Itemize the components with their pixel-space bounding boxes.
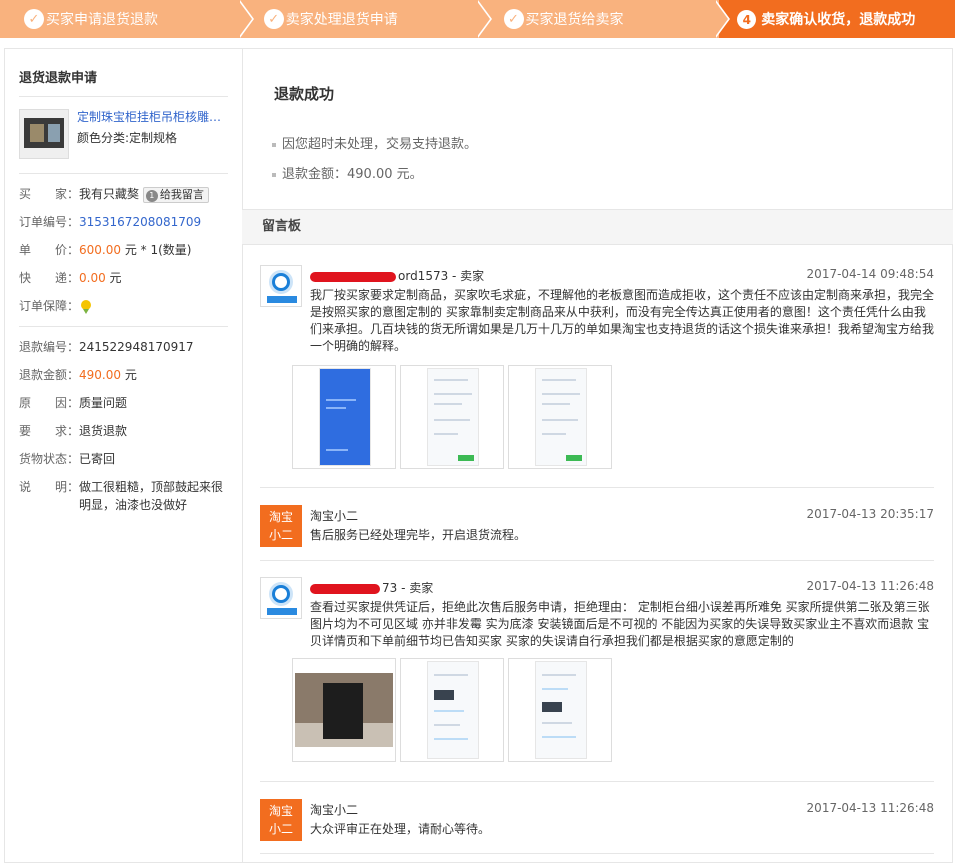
refund-status-title: 退款成功: [274, 85, 335, 103]
refund-number: 241522948170917: [79, 340, 194, 354]
attachment-image[interactable]: [400, 658, 504, 762]
message-time: 2017-04-13 11:26:48: [806, 801, 934, 815]
step-1-label: 买家申请退货退款: [46, 12, 158, 28]
buyer-row: 买 家： 我有只藏獒 1 给我留言: [19, 180, 242, 208]
step-number-badge: 4: [737, 10, 757, 29]
product-spec: 颜色分类:定制规格: [77, 131, 178, 145]
refund-amount-row: 退款金额： 490.00 元: [19, 368, 137, 382]
panel-title: 退货退款申请: [19, 49, 228, 97]
message-content: 查看过买家提供凭证后，拒绝此次售后服务申请，拒绝理由： 定制柜台细小误差再所难免…: [310, 600, 930, 648]
express-fee: 0.00: [79, 271, 106, 285]
xiaoer-avatar: 淘宝 小二: [260, 505, 302, 547]
status-line-2: 退款金额：490.00 元。: [272, 163, 423, 182]
divider: [260, 487, 934, 488]
step-1: ✓ 买家申请退货退款: [0, 0, 240, 38]
message-board-header: 留言板: [242, 209, 953, 245]
attachment-image[interactable]: [400, 365, 504, 469]
product-name-link[interactable]: 定制珠宝柜挂柜吊柜核雕展示柜: [77, 109, 227, 125]
message-author: ord1573 - 卖家: [310, 267, 484, 284]
divider: [260, 560, 934, 561]
order-number-row: 订单编号： 3153167208081709: [19, 208, 242, 236]
request-row: 要 求： 退货退款: [19, 417, 242, 445]
message-time: 2017-04-14 09:48:54: [806, 267, 934, 281]
step-4: 4 卖家确认收货，退款成功: [719, 0, 955, 38]
step-separator: [238, 0, 252, 38]
check-icon: ✓: [263, 9, 284, 29]
message-author: 73 - 卖家: [310, 579, 433, 596]
order-info-panel: 退货退款申请 定制珠宝柜挂柜吊柜核雕展示柜 颜色分类:定制规格 买 家： 我有只…: [4, 48, 243, 863]
divider: [260, 853, 934, 854]
seller-avatar: [260, 577, 302, 619]
goods-status: 已寄回: [79, 452, 116, 466]
divider: [260, 781, 934, 782]
step-separator: [714, 0, 728, 38]
description-row: 说 明： 做工很粗糙，顶部鼓起来很明显，油漆也没做好: [19, 478, 242, 514]
goods-status-row: 货物状态： 已寄回: [19, 445, 242, 473]
attachment-image[interactable]: [508, 365, 612, 469]
buyer-name: 我有只藏獒: [79, 187, 140, 201]
attachment-images: [292, 365, 616, 469]
message-time: 2017-04-13 20:35:17: [806, 507, 934, 521]
unit-price-row: 单 价： 600.00 元 * 1(数量): [19, 243, 192, 257]
order-number-link[interactable]: 3153167208081709: [79, 208, 234, 236]
guarantee-icon[interactable]: [79, 299, 93, 315]
message-me-button[interactable]: 1 给我留言: [142, 186, 209, 203]
message-item: 淘宝 小二 淘宝小二 2017-04-13 11:26:48 大众评审正在处理，请…: [260, 799, 934, 849]
attachment-image[interactable]: [508, 658, 612, 762]
step-3-label: 买家退货给卖家: [525, 12, 624, 28]
message-content: 我厂按买家要求定制商品，买家吹毛求疵，不理解他的老板意图而造成拒收，这个责任不应…: [310, 288, 935, 353]
seller-avatar: [260, 265, 302, 307]
refund-description: 做工很粗糙，顶部鼓起来很明显，油漆也没做好: [79, 480, 224, 512]
product-thumbnail[interactable]: [19, 109, 69, 159]
refund-detail-panel: 退款成功 因您超时未处理，交易支持退款。 退款金额：490.00 元。 留言板 …: [242, 48, 953, 863]
refund-request: 退货退款: [79, 424, 128, 438]
message-count-badge: 1: [145, 189, 158, 202]
step-2: ✓ 卖家处理退货申请: [239, 0, 480, 38]
message-content: 大众评审正在处理，请耐心等待。: [310, 822, 491, 836]
step-3: ✓ 买家退货给卖家: [479, 0, 720, 38]
check-icon: ✓: [503, 9, 524, 29]
refund-reason: 质量问题: [79, 396, 128, 410]
attachment-images: [292, 658, 616, 762]
refund-amount: 490.00: [79, 368, 121, 382]
message-item: 淘宝 小二 淘宝小二 2017-04-13 20:35:17 售后服务已经处理完毕…: [260, 505, 934, 555]
product-summary: 定制珠宝柜挂柜吊柜核雕展示柜 颜色分类:定制规格: [19, 109, 228, 159]
xiaoer-avatar: 淘宝 小二: [260, 799, 302, 841]
express-row: 快 递： 0.00 元: [19, 271, 122, 285]
guarantee-row: 订单保障：: [19, 292, 242, 320]
redaction-mark: [310, 583, 380, 594]
refund-number-row: 退款编号： 241522948170917: [19, 333, 242, 361]
progress-steps: ✓ 买家申请退货退款 ✓ 卖家处理退货申请 ✓ 买家退货给卖家 4 卖家确认收货…: [0, 0, 955, 38]
reason-row: 原 因： 质量问题: [19, 389, 242, 417]
step-separator: [476, 0, 490, 38]
attachment-image[interactable]: [292, 658, 396, 762]
message-author: 淘宝小二: [310, 803, 359, 817]
check-icon: ✓: [24, 9, 44, 29]
unit-price: 600.00: [79, 243, 121, 257]
status-line-1: 因您超时未处理，交易支持退款。: [272, 133, 477, 152]
redaction-mark: [310, 271, 396, 282]
message-author: 淘宝小二: [310, 509, 359, 523]
step-4-label: 卖家确认收货，退款成功: [761, 12, 916, 28]
attachment-image[interactable]: [292, 365, 396, 469]
message-content: 售后服务已经处理完毕，开启退货流程。: [310, 528, 527, 542]
step-2-label: 卖家处理退货申请: [285, 12, 398, 28]
message-time: 2017-04-13 11:26:48: [806, 579, 934, 593]
